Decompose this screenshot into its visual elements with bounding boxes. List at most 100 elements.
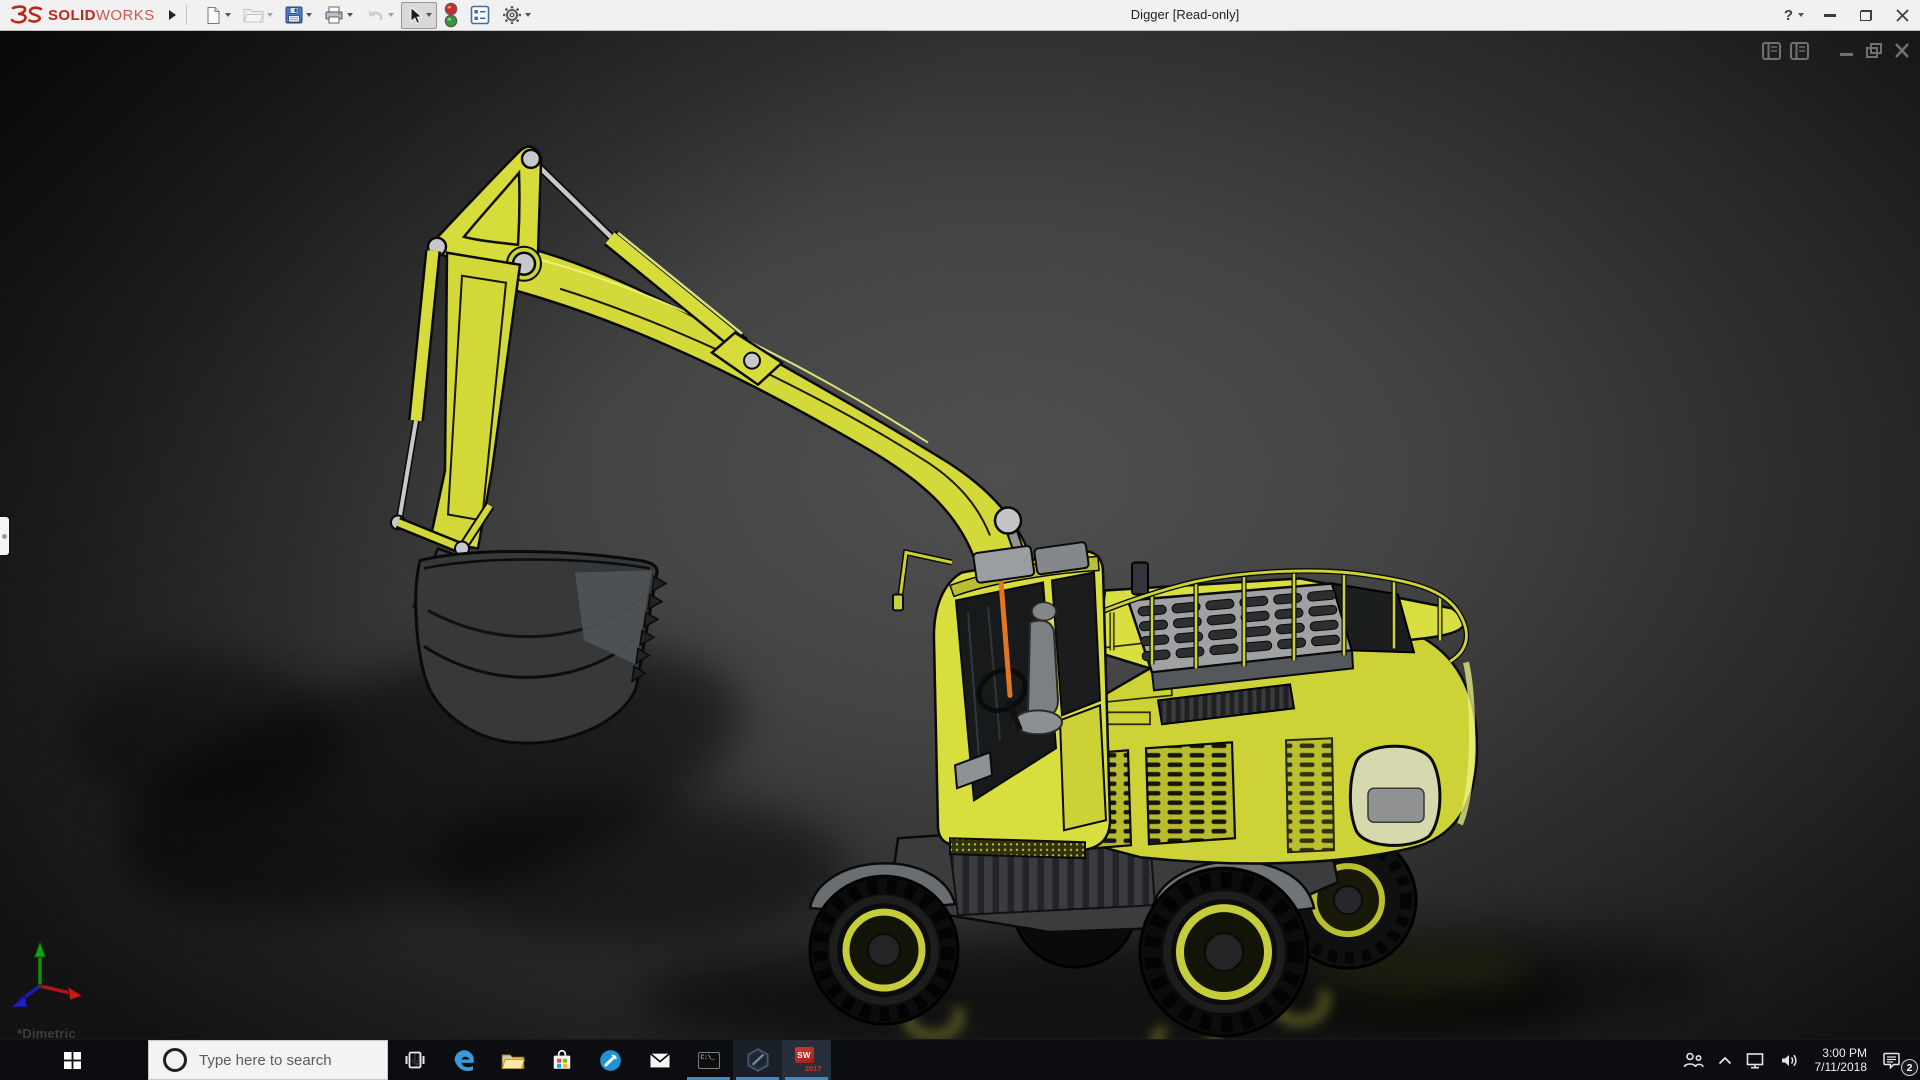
network-button[interactable] — [1739, 1040, 1773, 1080]
solidworks-logo: SOLIDWORKS — [10, 4, 155, 26]
minimize-icon — [1824, 13, 1836, 17]
print-icon — [325, 6, 343, 24]
solidworks-app-button[interactable]: SW 2017 — [782, 1040, 831, 1080]
start-button[interactable] — [48, 1040, 96, 1080]
close-icon — [1895, 8, 1909, 22]
store-button[interactable] — [537, 1040, 586, 1080]
notification-badge: 2 — [1901, 1059, 1918, 1076]
solidworks-app-window: SOLIDWORKS Digger [Read-only] ? *Dimetri… — [0, 0, 1920, 1080]
store-icon — [553, 1049, 570, 1069]
undo-button[interactable] — [360, 3, 399, 27]
doc-minimize-icon[interactable] — [1840, 53, 1853, 56]
dropdown-caret[interactable] — [425, 13, 432, 17]
doc-close-icon[interactable] — [1895, 43, 1909, 58]
taskbar-search[interactable] — [148, 1040, 423, 1080]
quick-toolbar — [199, 0, 536, 32]
window-controls: ? — [1782, 0, 1914, 30]
action-center-button[interactable]: 2 — [1875, 1040, 1920, 1080]
network-icon — [1746, 1052, 1763, 1068]
command-prompt-button[interactable]: C:\_ — [684, 1040, 733, 1080]
dropdown-caret[interactable] — [346, 13, 353, 17]
document-window-controls — [1762, 42, 1909, 60]
save-button[interactable] — [280, 2, 317, 28]
dropdown-caret — [266, 13, 273, 17]
clock-date: 7/11/2018 — [1814, 1060, 1868, 1074]
file-properties-icon — [470, 5, 489, 25]
mail-button[interactable] — [635, 1040, 684, 1080]
orientation-triad — [9, 940, 84, 1008]
graphics-viewport[interactable]: *Dimetric — [0, 31, 1920, 1041]
tray-overflow-button[interactable] — [1711, 1040, 1739, 1080]
help-button[interactable]: ? — [1782, 3, 1806, 27]
chevron-up-icon — [1718, 1056, 1731, 1064]
side-grille — [1284, 737, 1336, 854]
task-view-button[interactable] — [390, 1040, 439, 1080]
file-explorer-button[interactable] — [488, 1040, 537, 1080]
file-properties-button[interactable] — [465, 1, 495, 29]
windows-start-icon — [63, 1051, 81, 1069]
print-button[interactable] — [319, 2, 358, 28]
solidworks-logo-icon — [10, 5, 43, 24]
cortana-icon — [163, 1048, 187, 1072]
cmd-icon: C:\_ — [697, 1051, 720, 1069]
rebuild-button[interactable] — [439, 0, 463, 32]
edge-button[interactable] — [439, 1040, 488, 1080]
front-left-wheel[interactable] — [808, 874, 960, 1026]
select-tool-button[interactable] — [400, 1, 437, 29]
dropdown-caret[interactable] — [305, 13, 312, 17]
undo-icon — [368, 10, 382, 21]
toolbar-expand-arrow[interactable] — [168, 10, 176, 20]
task-view-icon — [405, 1051, 424, 1069]
file-explorer-icon — [501, 1054, 525, 1070]
model-scene[interactable] — [0, 31, 1920, 1040]
people-button[interactable] — [1675, 1040, 1711, 1080]
search-input[interactable] — [199, 1051, 398, 1069]
select-cursor-icon — [410, 5, 423, 24]
clock-time: 3:00 PM — [1822, 1046, 1867, 1060]
volume-icon — [1781, 1054, 1796, 1066]
titlebar[interactable]: SOLIDWORKS Digger [Read-only] ? — [0, 0, 1920, 31]
composer-app-button[interactable] — [733, 1040, 782, 1080]
feature-panel-flyout-tab[interactable] — [0, 517, 9, 555]
mail-icon — [649, 1052, 670, 1068]
cab[interactable] — [892, 538, 1112, 860]
composer-icon — [747, 1048, 768, 1072]
options-gear-icon — [502, 6, 521, 24]
minimize-button[interactable] — [1818, 3, 1842, 27]
volume-button[interactable] — [1773, 1040, 1807, 1080]
restore-icon — [1860, 9, 1872, 21]
tray-clock[interactable]: 3:00 PM 7/11/2018 — [1807, 1046, 1876, 1074]
tools-icon — [600, 1049, 621, 1071]
taskbar-apps: C:\_ SW 2017 — [390, 1040, 831, 1080]
open-icon — [242, 8, 264, 22]
action-center-icon — [1883, 1052, 1900, 1069]
pane-toggle-icon[interactable] — [1790, 42, 1809, 60]
help-icon: ? — [1783, 6, 1794, 24]
restore-button[interactable] — [1854, 3, 1878, 27]
open-button[interactable] — [238, 3, 278, 28]
windows-taskbar: C:\_ SW 2017 — [0, 1039, 1920, 1080]
rebuild-icon — [444, 2, 457, 28]
brand-text: SOLIDWORKS — [48, 6, 155, 24]
front-right-wheel[interactable] — [1138, 866, 1310, 1038]
new-document-button[interactable] — [199, 2, 236, 29]
people-icon — [1683, 1052, 1704, 1068]
toolbar-separator — [185, 5, 187, 25]
tools-app-button[interactable] — [586, 1040, 635, 1080]
options-button[interactable] — [497, 1, 536, 29]
stick-arm[interactable] — [390, 249, 522, 550]
close-button[interactable] — [1890, 3, 1914, 27]
dropdown-caret[interactable] — [1798, 13, 1805, 17]
solidworks-taskbar-icon: SW 2017 — [794, 1047, 822, 1073]
new-document-icon — [207, 6, 220, 24]
doc-restore-icon[interactable] — [1866, 43, 1882, 58]
window-title: Digger [Read-only] — [1130, 7, 1240, 22]
dropdown-caret[interactable] — [524, 13, 531, 17]
side-grille — [1144, 741, 1237, 846]
dropdown-caret[interactable] — [224, 13, 231, 17]
boom-arm[interactable] — [496, 241, 1042, 602]
pane-toggle-icon[interactable] — [1762, 42, 1781, 60]
save-icon — [285, 6, 303, 24]
system-tray: 3:00 PM 7/11/2018 2 — [1675, 1040, 1920, 1080]
edge-icon — [454, 1050, 474, 1072]
